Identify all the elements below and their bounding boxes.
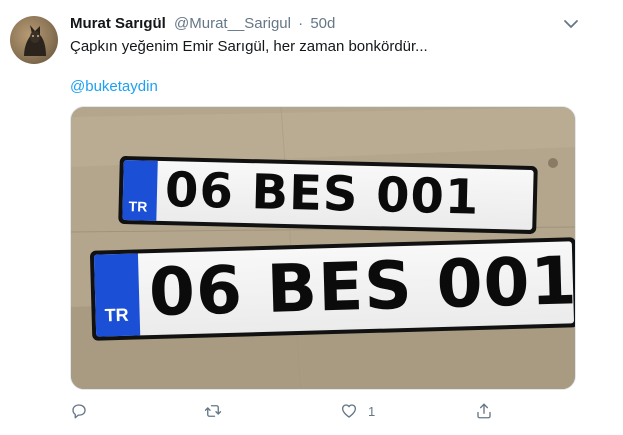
like-count: 1 [368,403,376,419]
like-button[interactable]: 1 [340,399,375,423]
share-icon [477,403,491,419]
tweet-media-image[interactable]: TR 06 BES 001 TR 06 BES 001 [70,106,576,390]
avatar[interactable] [10,16,58,64]
plate-registration: 06 BES 001 [164,162,481,226]
author-handle[interactable]: @Murat__Sarigul [174,15,291,32]
heart-icon [341,404,357,418]
plate-registration: 06 BES 001 [147,242,576,332]
retweet-icon [204,405,222,417]
tweet: Murat Sarıgül @Murat__Sarigul · 50d Çapk… [0,0,623,435]
tweet-actions: 1 [70,399,576,423]
reply-button[interactable] [70,399,88,423]
retweet-button[interactable] [204,399,222,423]
separator-dot: · [298,15,304,32]
mention-link[interactable]: @buketaydin [70,77,158,97]
license-plate: TR 06 BES 001 [118,155,538,235]
tweet-timestamp[interactable]: 50d [310,15,335,32]
tweet-header: Murat Sarıgül @Murat__Sarigul · 50d [70,14,583,34]
share-button[interactable] [475,399,493,423]
author-name[interactable]: Murat Sarıgül [70,15,166,32]
plate-country-code: TR [128,198,148,215]
reply-icon [72,404,86,419]
plate-country-code: TR [104,304,129,326]
chevron-down-icon[interactable] [563,18,579,30]
dog-avatar-image [24,25,46,56]
license-plate: TR 06 BES 001 [89,237,576,341]
tweet-text: Çapkın yeğenim Emir Sarıgül, her zaman b… [70,38,428,55]
